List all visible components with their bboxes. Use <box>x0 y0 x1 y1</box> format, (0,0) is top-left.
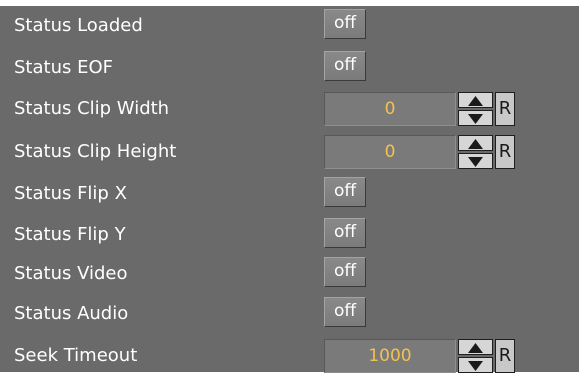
status-loaded-toggle[interactable]: off <box>324 9 366 39</box>
status-clip-width-field[interactable]: 0 <box>324 92 456 126</box>
status-video-toggle[interactable]: off <box>324 257 366 287</box>
property-row-seek-timeout: Seek Timeout 1000 R <box>0 336 579 376</box>
arrow-up-icon <box>468 343 483 353</box>
property-row-status-flip-x: Status Flip X off <box>0 174 579 214</box>
property-label: Seek Timeout <box>14 345 138 366</box>
decrement-button[interactable] <box>458 110 493 126</box>
property-label: Status Flip Y <box>14 224 126 245</box>
property-row-status-audio: Status Audio off <box>0 294 579 334</box>
property-label: Status EOF <box>14 57 113 78</box>
arrow-down-icon <box>468 114 483 124</box>
seek-timeout-field[interactable]: 1000 <box>324 339 456 373</box>
property-row-status-loaded: Status Loaded off <box>0 6 579 46</box>
decrement-button[interactable] <box>458 357 493 373</box>
property-row-status-eof: Status EOF off <box>0 48 579 88</box>
property-row-status-clip-height: Status Clip Height 0 R <box>0 132 579 172</box>
increment-button[interactable] <box>458 339 493 355</box>
status-flip-x-toggle[interactable]: off <box>324 177 366 207</box>
property-label: Status Flip X <box>14 183 127 204</box>
arrow-down-icon <box>468 361 483 371</box>
property-label: Status Loaded <box>14 15 143 36</box>
seek-timeout-spinner <box>458 339 493 373</box>
reset-button[interactable]: R <box>495 92 515 126</box>
property-label: Status Video <box>14 263 128 284</box>
arrow-down-icon <box>468 157 483 167</box>
arrow-up-icon <box>468 139 483 149</box>
property-label: Status Clip Height <box>14 141 177 162</box>
reset-button[interactable]: R <box>495 135 515 169</box>
increment-button[interactable] <box>458 92 493 108</box>
properties-panel: Status Loaded off Status EOF off Status … <box>0 6 579 373</box>
property-label: Status Audio <box>14 303 129 324</box>
reset-button[interactable]: R <box>495 339 515 373</box>
property-row-status-clip-width: Status Clip Width 0 R <box>0 89 579 129</box>
status-clip-height-field[interactable]: 0 <box>324 135 456 169</box>
property-row-status-video: Status Video off <box>0 254 579 294</box>
arrow-up-icon <box>468 96 483 106</box>
property-row-status-flip-y: Status Flip Y off <box>0 215 579 255</box>
property-label: Status Clip Width <box>14 98 170 119</box>
status-audio-toggle[interactable]: off <box>324 297 366 327</box>
status-clip-height-spinner <box>458 135 493 169</box>
status-eof-toggle[interactable]: off <box>324 51 366 81</box>
status-flip-y-toggle[interactable]: off <box>324 218 366 248</box>
decrement-button[interactable] <box>458 153 493 169</box>
status-clip-width-spinner <box>458 92 493 126</box>
increment-button[interactable] <box>458 135 493 151</box>
